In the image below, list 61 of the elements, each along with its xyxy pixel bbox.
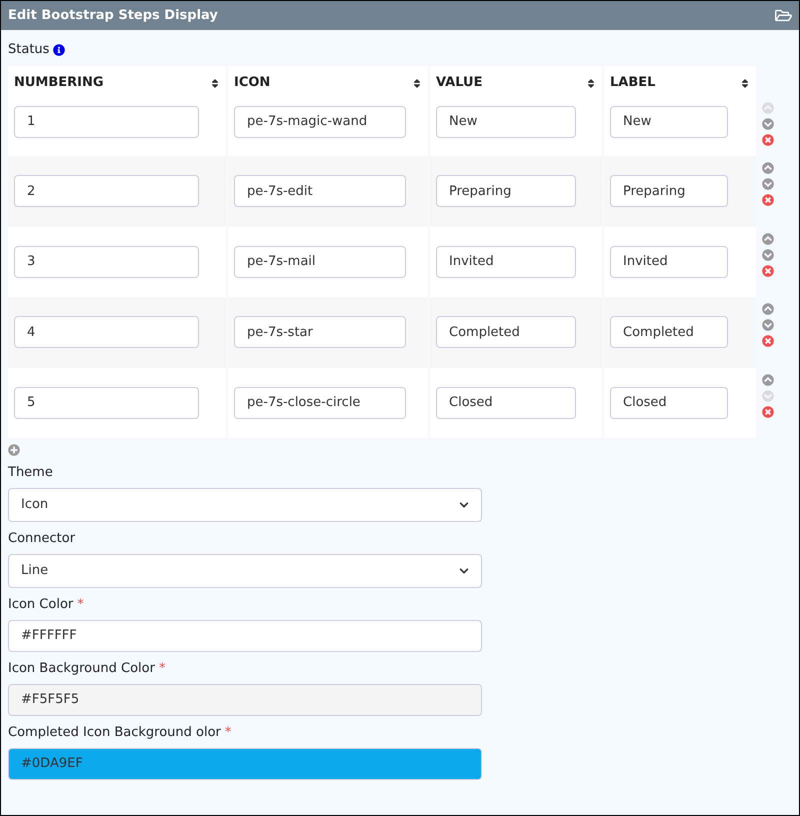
chevron-down-icon (459, 500, 469, 510)
text-field[interactable]: 2 (14, 175, 199, 208)
color-field[interactable]: #0DA9EF (8, 748, 482, 780)
remove-icon[interactable] (762, 264, 774, 276)
move-down-icon[interactable] (762, 248, 774, 260)
folder-icon[interactable] (775, 7, 792, 24)
sort-icon (586, 78, 596, 88)
sort-icon (740, 78, 750, 88)
window-title: Edit Bootstrap Steps Display (8, 6, 218, 25)
field-label: Completed Icon Background olor (8, 724, 221, 742)
field-label: Icon Color (8, 596, 74, 614)
status-label: Status (8, 41, 50, 60)
color-field[interactable]: #FFFFFF (8, 620, 482, 652)
text-field[interactable]: pe-7s-star (234, 316, 406, 348)
text-field[interactable]: Preparing (436, 175, 576, 208)
remove-icon[interactable] (762, 194, 774, 206)
field-label: Theme (8, 464, 53, 482)
remove-icon[interactable] (762, 134, 774, 146)
sort-icon (412, 78, 422, 88)
info-icon[interactable] (53, 44, 66, 56)
text-field[interactable]: pe-7s-edit (234, 175, 406, 208)
select-field[interactable]: Line (8, 554, 482, 588)
move-up-icon[interactable] (762, 374, 774, 386)
text-field[interactable]: 3 (14, 246, 199, 278)
text-field[interactable]: Invited (610, 246, 728, 278)
field-label: Icon Background Color (8, 660, 155, 678)
required-mark: * (77, 596, 84, 614)
text-field[interactable]: Completed (436, 316, 576, 348)
required-mark: * (224, 724, 232, 742)
move-up-icon[interactable] (762, 162, 774, 174)
required-mark: * (158, 660, 166, 678)
text-field[interactable]: Completed (610, 316, 728, 348)
text-field[interactable]: pe-7s-magic-wand (234, 106, 406, 138)
move-down-icon[interactable] (762, 178, 774, 190)
text-field[interactable]: Closed (436, 386, 576, 419)
remove-icon[interactable] (762, 406, 774, 418)
column-header[interactable]: NUMBERING (8, 66, 226, 100)
select-field[interactable]: Icon (8, 488, 482, 522)
move-down-icon[interactable] (762, 118, 774, 130)
text-field[interactable]: pe-7s-close-circle (234, 386, 406, 419)
text-field[interactable]: 1 (14, 106, 199, 138)
column-header[interactable]: LABEL (604, 66, 756, 100)
text-field[interactable]: Invited (436, 246, 576, 278)
text-field[interactable]: Preparing (610, 175, 728, 208)
column-header[interactable]: VALUE (430, 66, 602, 100)
move-up-icon[interactable] (762, 303, 774, 315)
sort-icon (210, 78, 220, 88)
chevron-down-icon (459, 566, 469, 576)
text-field[interactable]: New (610, 106, 728, 138)
text-field[interactable]: New (436, 106, 576, 138)
remove-icon[interactable] (762, 335, 774, 347)
color-field[interactable]: #F5F5F5 (8, 684, 482, 716)
text-field[interactable]: Closed (610, 386, 728, 419)
text-field[interactable]: pe-7s-mail (234, 246, 406, 278)
text-field[interactable]: 4 (14, 316, 199, 348)
add-icon[interactable] (8, 444, 20, 456)
field-label: Connector (8, 530, 76, 548)
move-down-icon[interactable] (762, 319, 774, 331)
column-header[interactable]: ICON (228, 66, 428, 100)
move-up-icon[interactable] (762, 232, 774, 244)
text-field[interactable]: 5 (14, 386, 199, 419)
